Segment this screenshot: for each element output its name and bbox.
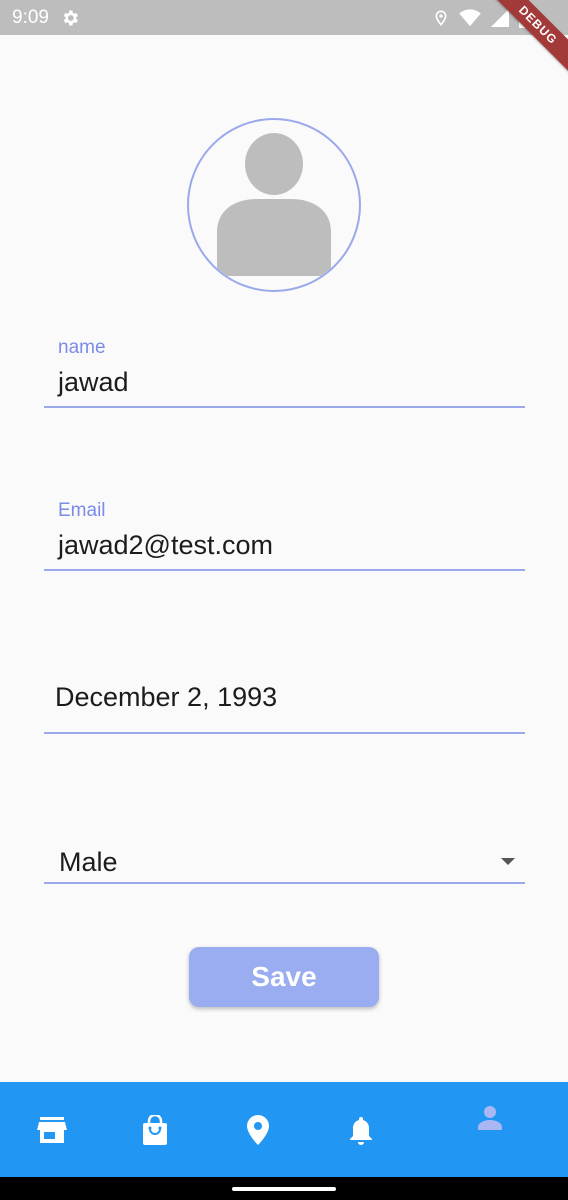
birthdate-field[interactable]: December 2, 1993 [44, 680, 525, 735]
dropdown-arrow-icon[interactable] [501, 858, 515, 865]
gender-underline [44, 882, 525, 884]
status-bar: 9:09 DEBUG [0, 0, 568, 76]
name-label: name [58, 337, 106, 358]
wifi-icon [459, 9, 481, 27]
gender-dropdown[interactable]: Male [44, 845, 525, 887]
home-gesture-bar[interactable] [232, 1187, 336, 1191]
email-field[interactable]: Email jawad2@test.com [44, 498, 525, 573]
nav-item-store[interactable] [0, 1082, 104, 1177]
email-input[interactable]: jawad2@test.com [58, 530, 273, 561]
name-underline [44, 406, 525, 408]
bottom-navigation-bar [0, 1082, 568, 1177]
save-button[interactable]: Save [189, 947, 379, 1007]
nav-item-notifications[interactable] [309, 1082, 413, 1177]
nav-item-location[interactable] [206, 1082, 310, 1177]
nav-item-shopping[interactable] [103, 1082, 207, 1177]
location-pin-icon [247, 1114, 269, 1145]
location-icon [435, 10, 447, 26]
person-icon [478, 1105, 502, 1130]
nav-item-profile[interactable] [438, 1070, 542, 1165]
gender-selected-value: Male [59, 847, 118, 877]
name-field[interactable]: name jawad [44, 335, 525, 410]
system-navigation-bar [0, 1177, 568, 1200]
notifications-icon [350, 1116, 372, 1145]
status-time: 9:09 [12, 7, 49, 28]
birthdate-underline [44, 732, 525, 734]
birthdate-input[interactable]: December 2, 1993 [55, 682, 277, 713]
email-label: Email [58, 500, 106, 521]
signal-icon [491, 9, 509, 27]
name-input[interactable]: jawad [58, 367, 129, 398]
avatar[interactable] [187, 118, 361, 292]
person-placeholder-icon [217, 133, 331, 276]
gear-icon [63, 10, 78, 26]
shopping-bag-icon [143, 1114, 167, 1145]
store-icon [37, 1116, 67, 1143]
email-underline [44, 569, 525, 571]
